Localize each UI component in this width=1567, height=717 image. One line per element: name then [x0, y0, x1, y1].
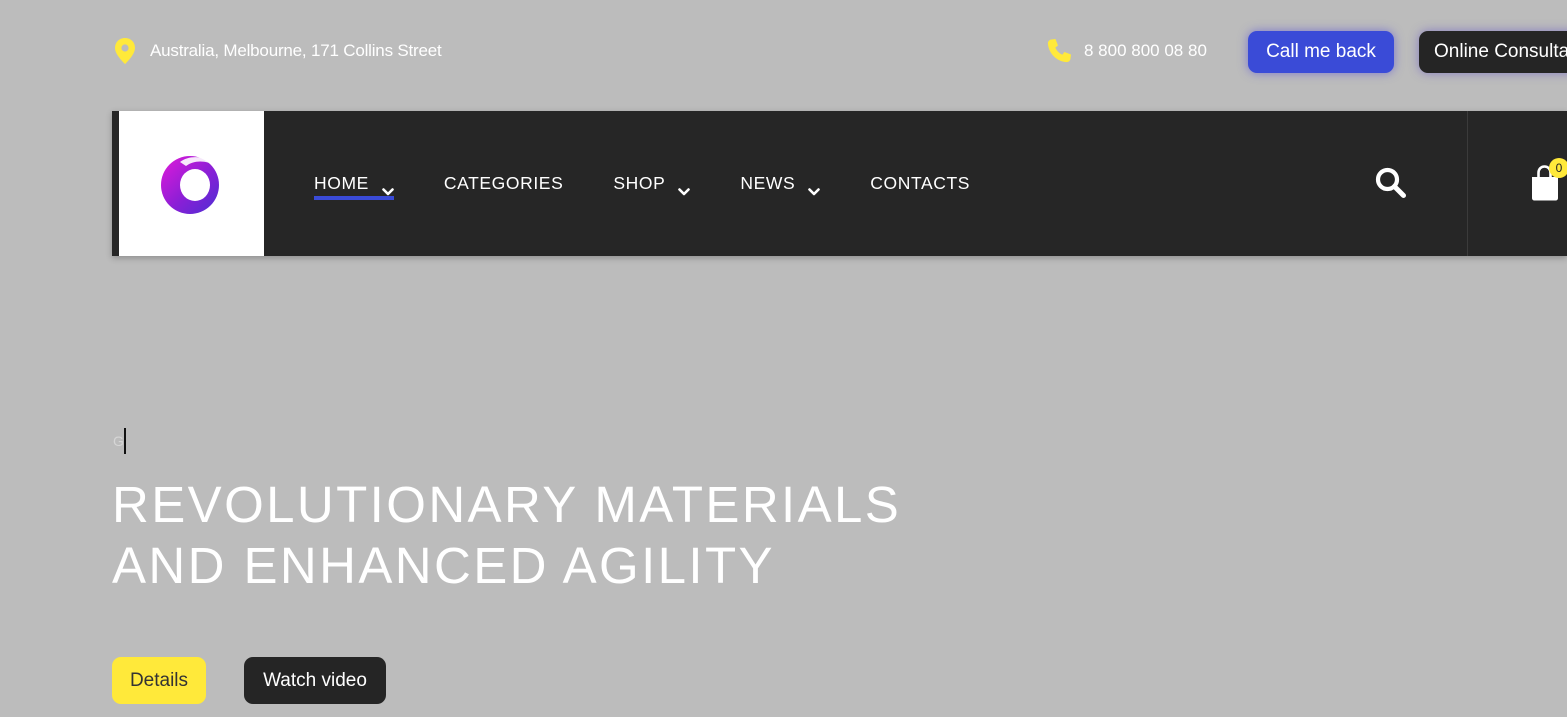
nav-item-shop[interactable]: SHOP — [613, 164, 691, 204]
search-button[interactable] — [1374, 166, 1408, 200]
main-nav: HOME CATEGORIES SHOP NEWS CONTACTS — [314, 111, 1020, 256]
search-icon — [1374, 167, 1408, 204]
nav-item-label: SHOP — [613, 173, 666, 193]
watch-video-button[interactable]: Watch video — [244, 657, 386, 704]
call-me-back-button[interactable]: Call me back — [1248, 31, 1394, 73]
nav-item-contacts[interactable]: CONTACTS — [870, 164, 970, 204]
hero-title: REVOLUTIONARY MATERIALS AND ENHANCED AGI… — [112, 474, 901, 596]
map-pin-icon — [113, 37, 137, 65]
header-divider — [1467, 111, 1468, 256]
nav-item-home[interactable]: HOME — [314, 164, 394, 204]
shopping-bag-icon — [1530, 165, 1560, 207]
hero-subtitle: G — [113, 428, 126, 454]
phone-number: 8 800 800 08 80 — [1084, 41, 1207, 60]
hero-title-line-2: AND ENHANCED AGILITY — [112, 537, 775, 594]
nav-item-label: CONTACTS — [870, 173, 971, 193]
cart-count-badge: 0 — [1549, 158, 1567, 178]
phone-icon — [1045, 37, 1073, 65]
brand-logo-icon — [160, 155, 219, 214]
hero-subtitle-text: G — [113, 433, 124, 449]
online-consultation-button[interactable]: Online Consultation — [1419, 31, 1567, 73]
details-button[interactable]: Details — [112, 657, 206, 704]
chevron-down-icon — [808, 180, 821, 195]
topbar-address: Australia, Melbourne, 171 Collins Street — [113, 37, 442, 65]
nav-item-news[interactable]: NEWS — [740, 164, 821, 204]
topbar-phone[interactable]: 8 800 800 08 80 — [1045, 37, 1207, 65]
nav-item-label: CATEGORIES — [443, 173, 564, 193]
text-cursor — [123, 428, 126, 454]
chevron-down-icon — [382, 180, 394, 195]
nav-item-categories[interactable]: CATEGORIES — [444, 164, 563, 204]
nav-item-label: HOME — [314, 173, 369, 193]
address-text: Australia, Melbourne, 171 Collins Street — [150, 41, 442, 60]
hero-title-line-1: REVOLUTIONARY MATERIALS — [112, 476, 902, 533]
logo[interactable] — [119, 111, 264, 256]
nav-item-label: NEWS — [740, 173, 796, 193]
chevron-down-icon — [678, 180, 691, 195]
main-header: HOME CATEGORIES SHOP NEWS CONTACTS 0 — [112, 111, 1567, 256]
